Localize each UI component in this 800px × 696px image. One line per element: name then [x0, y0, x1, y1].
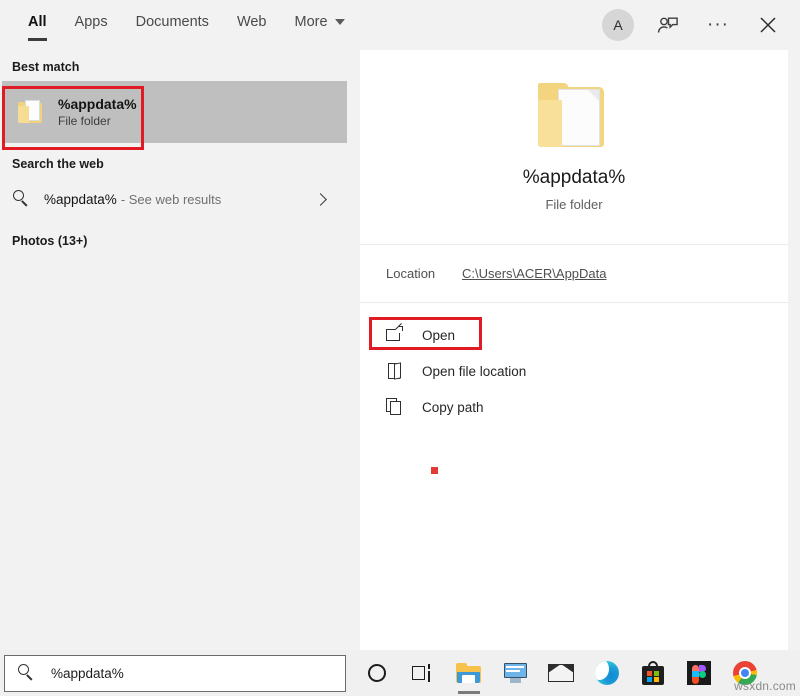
avatar-initial: A: [613, 17, 622, 33]
action-open[interactable]: Open: [360, 317, 788, 353]
results-list: Best match %appdata% File folder Search …: [0, 50, 360, 650]
preview-subtitle: File folder: [545, 197, 602, 212]
best-match-title: %appdata%: [58, 96, 137, 112]
tab-documents-label: Documents: [136, 14, 209, 30]
taskbar-item-microsoft-store[interactable]: [630, 650, 676, 696]
account-button[interactable]: A: [596, 3, 640, 47]
web-result-suffix: - See web results: [121, 192, 221, 207]
tab-web-label: Web: [237, 14, 267, 30]
photos-heading: Photos (13+): [0, 220, 360, 255]
person-feedback-icon: [657, 14, 679, 36]
header-actions: A ···: [596, 0, 790, 50]
annotation-dot: [431, 467, 438, 474]
feedback-button[interactable]: [646, 3, 690, 47]
microsoft-store-icon: [642, 661, 664, 685]
open-folder-location-icon: [386, 362, 406, 380]
action-open-file-location[interactable]: Open file location: [360, 353, 788, 389]
folder-icon: [18, 100, 44, 124]
search-web-heading: Search the web: [0, 143, 360, 178]
action-copy-path-label: Copy path: [422, 400, 484, 415]
taskbar-item-mail[interactable]: [538, 650, 584, 696]
file-explorer-icon: [456, 663, 482, 684]
search-flyout: All Apps Documents Web More: [0, 0, 800, 650]
taskbar-item-task-view[interactable]: [400, 650, 446, 696]
taskbar-search-value: %appdata%: [51, 666, 124, 681]
action-open-file-location-label: Open file location: [422, 364, 526, 379]
mail-icon: [548, 664, 574, 682]
preview-actions: Open Open file location Copy path: [360, 303, 788, 425]
more-options-button[interactable]: ···: [696, 3, 740, 47]
location-link[interactable]: C:\Users\ACER\AppData: [462, 266, 607, 281]
watermark: wsxdn.com: [734, 679, 796, 693]
taskbar-item-edge[interactable]: [584, 650, 630, 696]
taskbar-item-display-settings[interactable]: [492, 650, 538, 696]
web-result-item[interactable]: %appdata% - See web results: [0, 178, 345, 220]
location-label: Location: [360, 266, 462, 281]
tab-all[interactable]: All: [14, 0, 61, 44]
tab-apps-label: Apps: [75, 14, 108, 30]
action-copy-path[interactable]: Copy path: [360, 389, 788, 425]
cortana-icon: [368, 664, 386, 682]
best-match-result[interactable]: %appdata% File folder: [2, 81, 347, 143]
figma-icon: [687, 661, 711, 685]
search-icon: [12, 190, 30, 208]
taskbar-item-figma[interactable]: [676, 650, 722, 696]
chevron-right-icon[interactable]: [314, 193, 327, 206]
web-result-query: %appdata%: [44, 192, 117, 207]
taskbar: %appdata%: [0, 650, 800, 696]
edge-icon: [595, 661, 619, 685]
chevron-down-icon: [335, 19, 345, 25]
tab-more[interactable]: More: [281, 0, 359, 44]
taskbar-item-file-explorer[interactable]: [446, 650, 492, 696]
tab-more-label: More: [295, 14, 328, 30]
display-settings-icon: [502, 662, 528, 684]
screenshot-root: All Apps Documents Web More: [0, 0, 800, 696]
taskbar-items: [354, 650, 768, 696]
action-open-label: Open: [422, 328, 455, 343]
ellipsis-icon: ···: [707, 21, 729, 29]
best-match-subtitle: File folder: [58, 114, 137, 128]
best-match-heading: Best match: [0, 50, 360, 81]
preview-hero: %appdata% File folder: [360, 50, 788, 245]
tab-all-label: All: [28, 14, 47, 30]
close-button[interactable]: [746, 3, 790, 47]
search-header: All Apps Documents Web More: [0, 0, 800, 50]
filter-tabs: All Apps Documents Web More: [0, 0, 359, 44]
folder-icon: [538, 83, 610, 151]
tab-web[interactable]: Web: [223, 0, 281, 44]
taskbar-item-cortana[interactable]: [354, 650, 400, 696]
close-icon: [759, 16, 777, 34]
preview-title: %appdata%: [523, 167, 625, 189]
copy-icon: [386, 398, 406, 416]
search-icon: [17, 664, 35, 682]
open-in-window-icon: [386, 326, 406, 344]
taskbar-search-input[interactable]: %appdata%: [4, 655, 346, 692]
best-match-text: %appdata% File folder: [58, 96, 137, 128]
task-view-icon: [412, 664, 434, 682]
tab-apps[interactable]: Apps: [61, 0, 122, 44]
tab-documents[interactable]: Documents: [122, 0, 223, 44]
preview-pane: %appdata% File folder Location C:\Users\…: [360, 50, 788, 650]
avatar: A: [602, 9, 634, 41]
location-row: Location C:\Users\ACER\AppData: [360, 245, 788, 303]
